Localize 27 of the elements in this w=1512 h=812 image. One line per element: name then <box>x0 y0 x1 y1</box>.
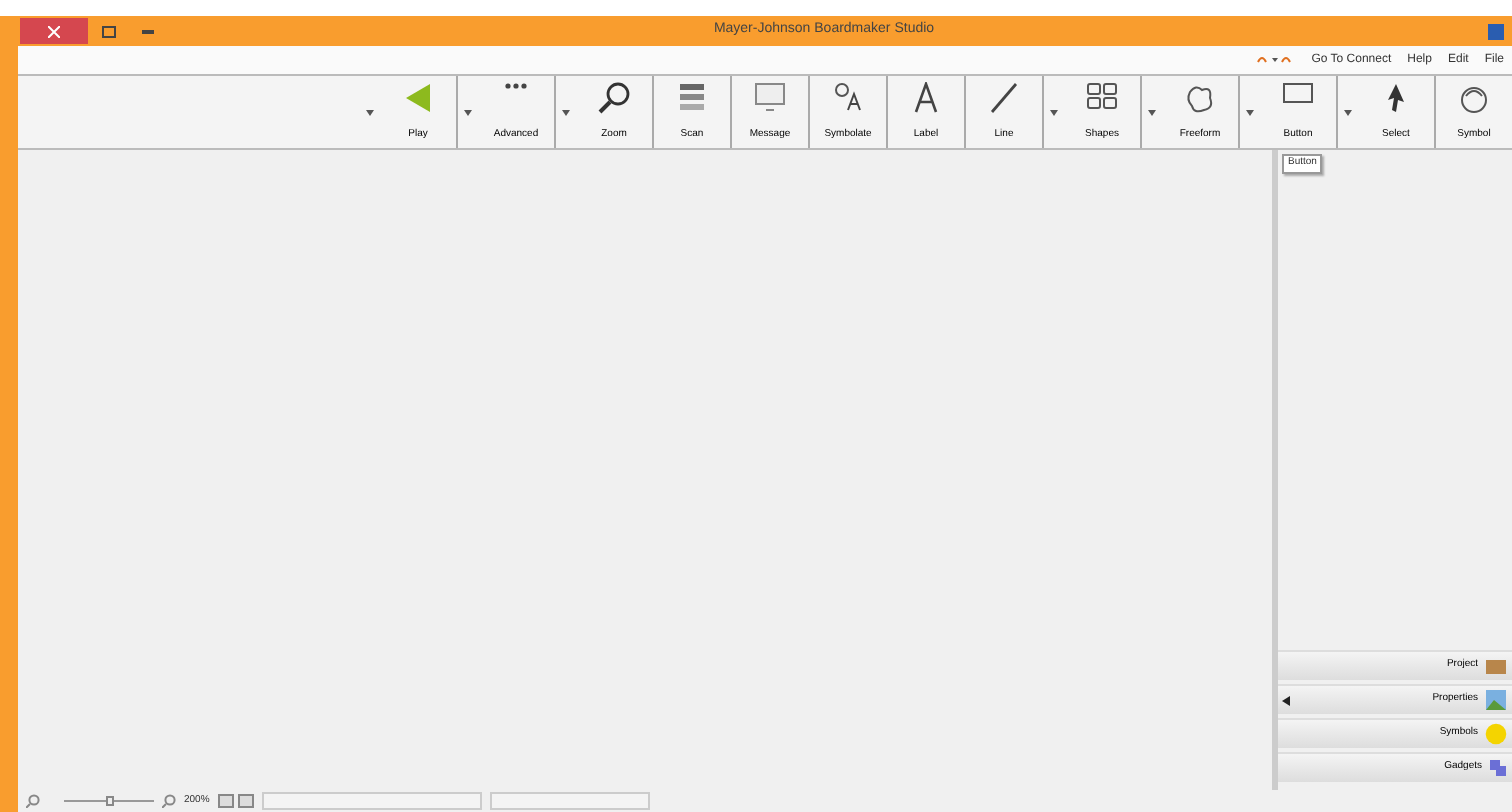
quick-access-icon[interactable] <box>1255 54 1296 66</box>
close-icon <box>48 25 60 37</box>
play-icon <box>404 82 432 114</box>
shapes-icon <box>1086 82 1118 110</box>
head-icon <box>1456 82 1492 118</box>
smiley-icon <box>1484 722 1508 746</box>
stack-icon <box>678 82 706 112</box>
symbolate-icon <box>834 82 862 112</box>
puzzle-icon <box>1488 758 1508 778</box>
view-icon[interactable] <box>217 794 254 808</box>
maximize-icon <box>101 25 115 37</box>
app-icon <box>1488 23 1504 39</box>
letter-icon <box>914 82 938 114</box>
zoom-icon <box>597 82 631 116</box>
line-icon <box>990 82 1018 114</box>
pointer-icon <box>1386 82 1406 114</box>
box-icon <box>1484 657 1508 675</box>
rectangle-icon <box>1282 82 1314 104</box>
more-icon <box>504 82 528 90</box>
minimize-icon <box>142 29 154 33</box>
freeform-shape-icon <box>1182 82 1218 118</box>
zoom-icon[interactable] <box>162 794 176 808</box>
zoom-icon[interactable] <box>26 794 40 808</box>
picture-icon <box>1484 688 1508 712</box>
monitor-icon <box>754 82 786 112</box>
slider-thumb[interactable] <box>105 796 113 806</box>
close-button[interactable] <box>20 18 88 44</box>
